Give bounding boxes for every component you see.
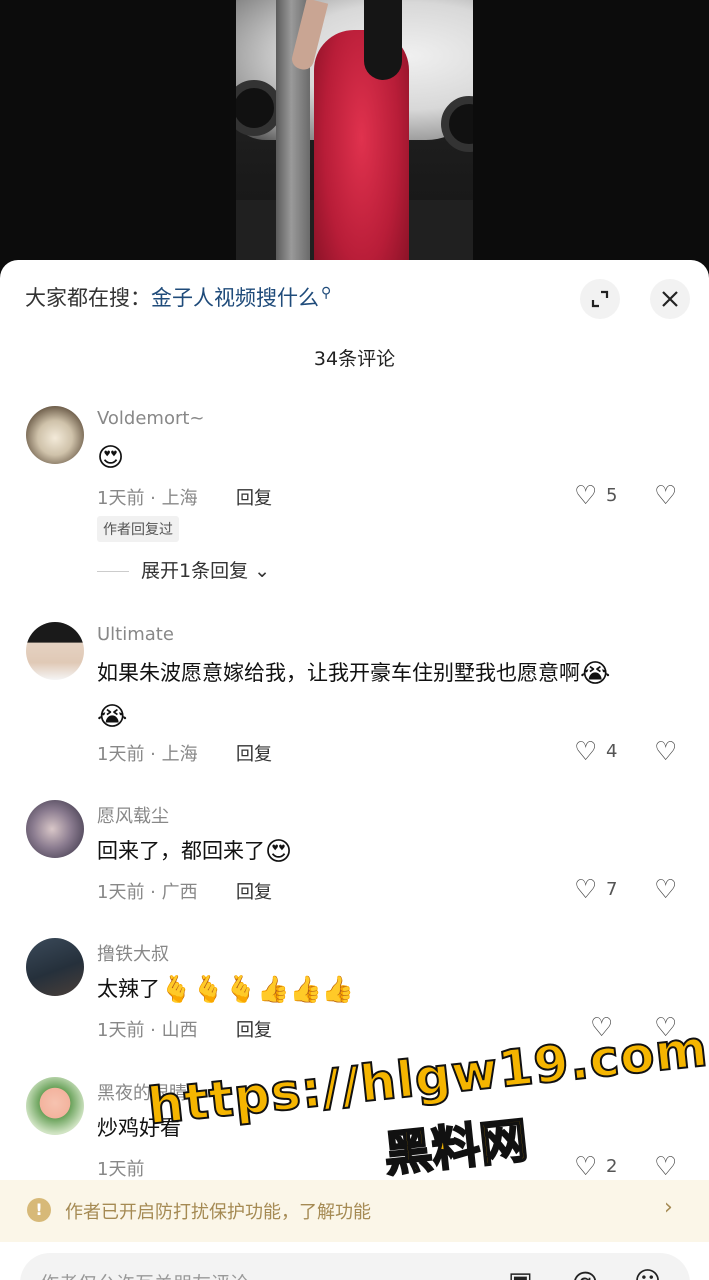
comment-meta: 1天前 · 广西 xyxy=(97,882,198,903)
mention-icon[interactable]: @ xyxy=(572,1267,598,1280)
expand-replies-label: 展开1条回复 xyxy=(141,560,249,582)
reply-button[interactable]: 回复 xyxy=(236,740,272,766)
expand-replies-button[interactable]: 展开1条回复 ⌄ xyxy=(97,556,270,583)
avatar[interactable] xyxy=(26,938,84,996)
thumbs-up-emoji: 👍 xyxy=(257,975,290,1005)
comment-input-placeholder: 作者仅允许互关朋友评论 xyxy=(40,1269,249,1280)
search-icon: ⚲ xyxy=(321,285,332,301)
avatar[interactable] xyxy=(26,800,84,858)
comments-sheet: 大家都在搜：金子人视频搜什么 ⚲ 34条评论 Voldemort~ 😍 1天前 ·… xyxy=(0,260,709,1280)
dislike-broken-heart-icon[interactable]: ♡ xyxy=(654,738,677,766)
hair xyxy=(364,0,402,80)
reply-button[interactable]: 回复 xyxy=(236,878,272,904)
divider xyxy=(97,571,129,572)
watermark-site-name: 黑料网 xyxy=(380,1111,531,1184)
heart-eyes-emoji: 😍 xyxy=(97,443,125,473)
comment-text: 如果朱波愿意嫁给我，让我开豪车住别墅我也愿意啊😭 😭 xyxy=(97,652,687,738)
info-icon: ! xyxy=(27,1198,51,1222)
comment-text: 😍 xyxy=(97,436,687,479)
dislike-broken-heart-icon[interactable]: ♡ xyxy=(654,482,677,510)
like-count: 5 xyxy=(606,485,618,506)
dislike-broken-heart-icon[interactable]: ♡ xyxy=(654,876,677,904)
expand-button[interactable] xyxy=(580,279,620,319)
comment-text: 回来了，都回来了😍 xyxy=(97,830,687,873)
dislike-broken-heart-icon[interactable]: ♡ xyxy=(654,1153,677,1181)
protection-notice[interactable]: ! 作者已开启防打扰保护功能，了解功能 › xyxy=(0,1180,709,1242)
expand-icon xyxy=(591,290,609,308)
comment-username[interactable]: 撸铁大叔 xyxy=(97,940,169,966)
like-heart-icon[interactable]: ♡ xyxy=(574,876,597,904)
finger-heart-emoji: 🫰 xyxy=(160,975,193,1005)
close-button[interactable] xyxy=(650,279,690,319)
reply-button[interactable]: 回复 xyxy=(236,484,272,510)
avatar[interactable] xyxy=(26,622,84,680)
heart-eyes-emoji: 😍 xyxy=(265,837,293,867)
like-count: 2 xyxy=(606,1156,618,1177)
comment-count-title: 34条评论 xyxy=(313,348,396,370)
comment-meta: 1天前 · 山西 xyxy=(97,1020,198,1041)
avatar[interactable] xyxy=(26,1077,84,1135)
comment-username[interactable]: Voldemort~ xyxy=(97,408,205,429)
finger-heart-emoji: 🫰 xyxy=(192,975,225,1005)
close-icon xyxy=(662,291,678,307)
reply-button[interactable]: 回复 xyxy=(236,1016,272,1042)
avatar[interactable] xyxy=(26,406,84,464)
comment-username[interactable]: 愿风载尘 xyxy=(97,802,169,828)
notice-text-head: 作者已开启防打扰保护功能，了解 xyxy=(65,1202,335,1223)
comment-meta: 1天前 xyxy=(97,1159,145,1180)
comment-meta: 1天前 · 上海 xyxy=(97,488,198,509)
search-prefix: 大家都在搜： xyxy=(25,286,151,310)
thumbs-up-emoji: 👍 xyxy=(289,975,322,1005)
finger-heart-emoji: 🫰 xyxy=(224,975,258,1005)
like-heart-icon[interactable]: ♡ xyxy=(574,738,597,766)
comment-text-body: 太辣了 xyxy=(97,977,160,1001)
chevron-right-icon: › xyxy=(664,1195,673,1220)
video-thumbnail xyxy=(236,0,473,300)
search-query-link[interactable]: 金子人视频搜什么 xyxy=(151,286,319,310)
crying-emoji: 😭 xyxy=(580,659,611,689)
thumbs-up-emoji: 👍 xyxy=(321,975,355,1005)
like-count: 7 xyxy=(606,879,618,900)
video-area[interactable] xyxy=(0,0,709,300)
comment-text-body: 回来了，都回来了 xyxy=(97,839,265,863)
comment-username[interactable]: Ultimate xyxy=(97,624,174,645)
like-heart-icon[interactable]: ♡ xyxy=(574,482,597,510)
search-suggestion[interactable]: 大家都在搜：金子人视频搜什么 ⚲ xyxy=(25,282,331,312)
comment-text-body: 如果朱波愿意嫁给我，让我开豪车住别墅我也愿意啊 xyxy=(97,661,580,685)
comment-meta: 1天前 · 上海 xyxy=(97,744,198,765)
comment-text: 太辣了🫰🫰🫰👍👍👍 xyxy=(97,968,687,1011)
comment-input-bar[interactable]: 作者仅允许互关朋友评论 ▣ @ ☺ xyxy=(20,1253,690,1280)
emoji-icon[interactable]: ☺ xyxy=(634,1267,661,1280)
crying-emoji: 😭 xyxy=(97,702,128,732)
like-count: 4 xyxy=(606,741,618,762)
chevron-down-icon: ⌄ xyxy=(254,560,271,582)
like-heart-icon[interactable]: ♡ xyxy=(574,1153,597,1181)
notice-text: 作者已开启防打扰保护功能，了解功能 xyxy=(65,1198,371,1224)
image-icon[interactable]: ▣ xyxy=(508,1267,533,1280)
author-replied-badge: 作者回复过 xyxy=(97,516,179,542)
notice-text-tail: 功能 xyxy=(335,1202,371,1223)
